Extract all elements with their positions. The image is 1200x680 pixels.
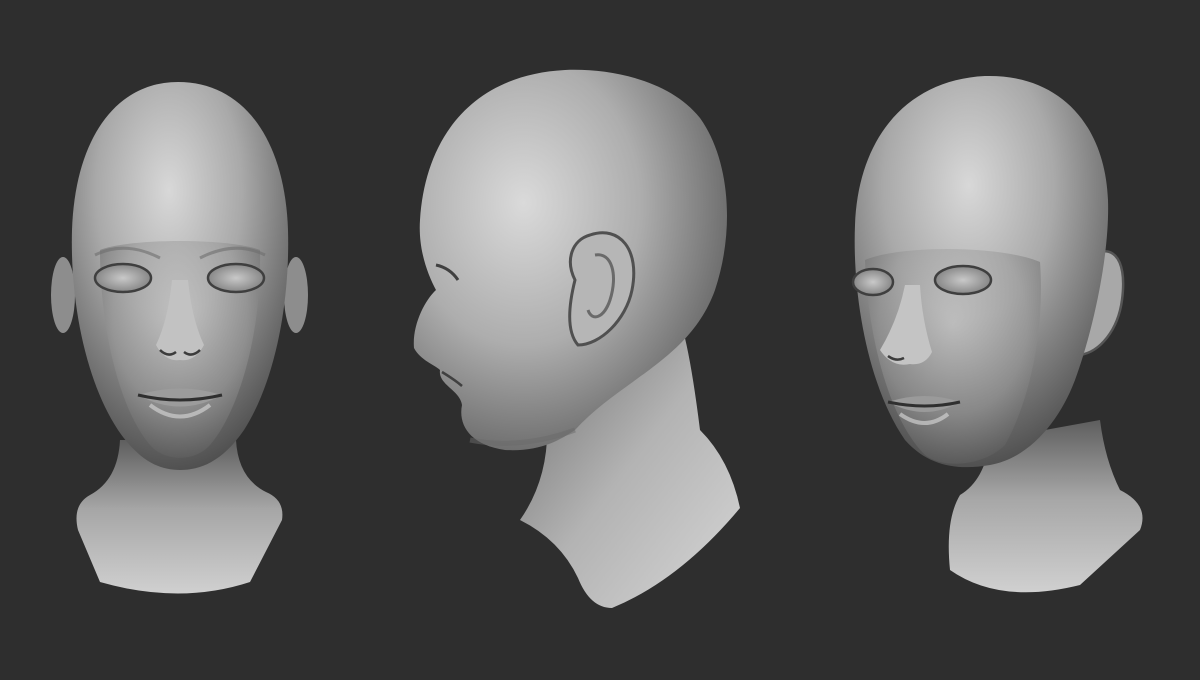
side-view-head <box>413 69 740 608</box>
front-left-ear <box>51 257 75 333</box>
front-right-ear <box>284 257 308 333</box>
front-left-eye <box>93 262 153 294</box>
front-view-head <box>51 82 308 594</box>
sculpt-viewport <box>0 0 1200 680</box>
front-right-eye <box>206 262 266 294</box>
tq-right-eye <box>933 264 993 296</box>
render-canvas <box>51 69 1143 608</box>
tq-left-eye <box>851 267 895 297</box>
three-quarter-view-head <box>851 75 1143 593</box>
